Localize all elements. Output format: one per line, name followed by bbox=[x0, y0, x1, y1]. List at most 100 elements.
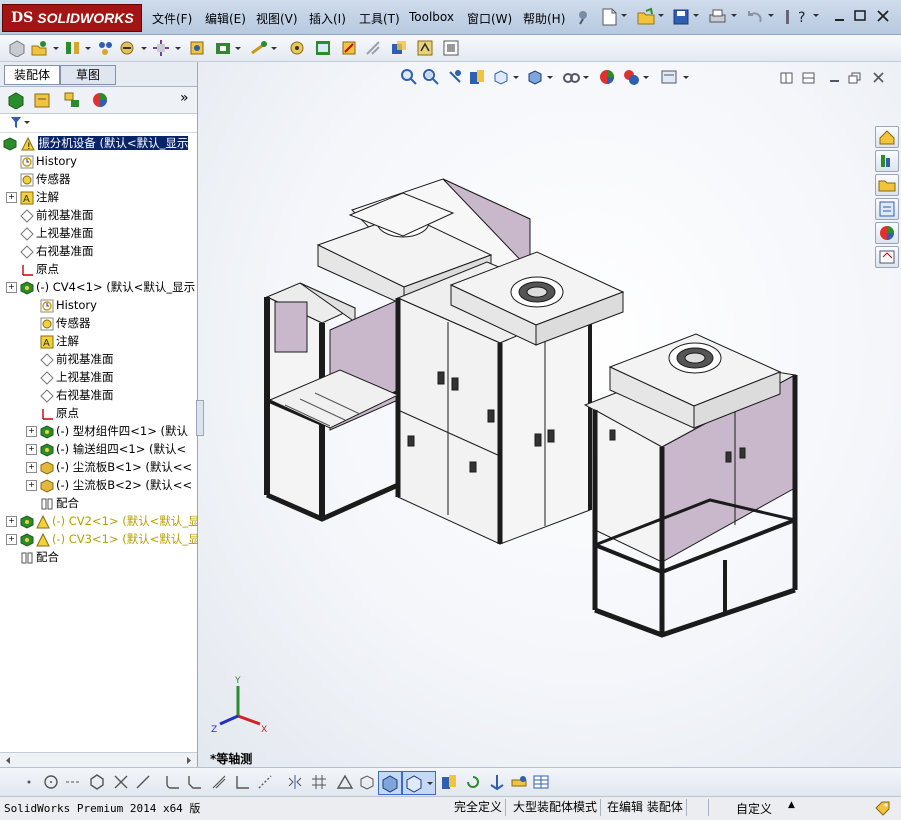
tree-item[interactable]: 上视基准面 bbox=[0, 224, 94, 242]
menu-toolbox[interactable]: Toolbox bbox=[409, 10, 454, 24]
chevron-down-icon[interactable] bbox=[140, 39, 148, 57]
chevron-down-icon[interactable] bbox=[682, 74, 690, 82]
explode-line-sketch-icon[interactable] bbox=[364, 39, 382, 57]
centerline-icon[interactable] bbox=[64, 773, 82, 791]
expand-toggle-icon[interactable]: + bbox=[6, 534, 17, 545]
shaded-view-button[interactable] bbox=[378, 771, 402, 795]
tree-filter[interactable] bbox=[0, 114, 197, 133]
menu-tools[interactable]: 工具(T) bbox=[359, 10, 400, 27]
menu-view[interactable]: 视图(V) bbox=[256, 10, 298, 27]
polygon-icon[interactable] bbox=[88, 773, 106, 791]
expand-toggle-icon[interactable]: + bbox=[6, 282, 17, 293]
chamfer-icon[interactable] bbox=[186, 773, 204, 791]
funnel-icon[interactable] bbox=[10, 116, 32, 130]
grid-icon[interactable] bbox=[310, 773, 328, 791]
tree-item[interactable]: 上视基准面 bbox=[0, 368, 114, 386]
task-pane-home[interactable] bbox=[875, 126, 899, 148]
section-view-icon[interactable] bbox=[468, 68, 486, 86]
tab-sketch[interactable]: 草图 bbox=[60, 65, 116, 85]
tree-item[interactable]: 前视基准面 bbox=[0, 350, 114, 368]
display-manager-tab-icon[interactable] bbox=[90, 91, 110, 109]
task-pane-custom-properties[interactable] bbox=[875, 246, 899, 268]
box-icon[interactable] bbox=[358, 773, 376, 791]
bill-of-materials-icon[interactable] bbox=[314, 39, 332, 57]
insert-component-icon[interactable] bbox=[30, 39, 48, 57]
move-triad-icon[interactable] bbox=[488, 773, 506, 791]
expand-toggle-icon[interactable]: + bbox=[26, 426, 37, 437]
chevron-down-icon[interactable] bbox=[767, 12, 775, 20]
view-orientation-icon[interactable] bbox=[492, 68, 510, 86]
document-close-icon[interactable] bbox=[872, 71, 886, 85]
document-restore-icon[interactable] bbox=[848, 71, 862, 85]
chevron-down-icon[interactable] bbox=[620, 12, 628, 20]
unit-system-caret[interactable]: ▲ bbox=[788, 800, 795, 810]
close-icon[interactable] bbox=[876, 9, 890, 23]
show-hidden-icon[interactable] bbox=[188, 39, 206, 57]
menu-window[interactable]: 窗口(W) bbox=[467, 10, 512, 27]
task-pane-explorer[interactable] bbox=[875, 198, 899, 220]
undo-icon[interactable] bbox=[745, 8, 765, 26]
task-pane-resources[interactable] bbox=[875, 150, 899, 172]
circle-icon[interactable] bbox=[42, 773, 60, 791]
menu-help[interactable]: 帮助(H) bbox=[523, 10, 565, 27]
tree-item[interactable]: 前视基准面 bbox=[0, 206, 94, 224]
offset-icon[interactable] bbox=[210, 773, 228, 791]
convert-entities-icon[interactable] bbox=[234, 773, 252, 791]
tree-item[interactable]: + (-) 输送组四<1> (默认< bbox=[0, 440, 186, 458]
construction-geometry-icon[interactable] bbox=[256, 773, 274, 791]
point-icon[interactable] bbox=[22, 775, 36, 789]
chevron-down-icon[interactable] bbox=[84, 39, 92, 57]
minimize-icon[interactable] bbox=[833, 9, 847, 23]
rotate-icon[interactable] bbox=[464, 773, 482, 791]
tree-item[interactable]: + (-) 尘流板B<2> (默认<< bbox=[0, 476, 192, 494]
apply-scene-icon[interactable] bbox=[622, 68, 640, 86]
display-style-icon[interactable] bbox=[526, 68, 544, 86]
scroll-right-icon[interactable] bbox=[185, 756, 193, 765]
menu-edit[interactable]: 编辑(E) bbox=[205, 10, 246, 27]
view-settings-icon[interactable] bbox=[660, 68, 678, 86]
assembly-features-icon[interactable] bbox=[214, 39, 232, 57]
hide-show-items-icon[interactable] bbox=[562, 68, 580, 86]
chevron-down-icon[interactable] bbox=[512, 74, 520, 82]
expand-toggle-icon[interactable]: + bbox=[6, 516, 17, 527]
interference-detection-icon[interactable] bbox=[390, 39, 408, 57]
chevron-down-icon[interactable] bbox=[270, 39, 278, 57]
expand-toggle-icon[interactable]: + bbox=[6, 192, 17, 203]
instant3d-icon[interactable] bbox=[416, 39, 434, 57]
scroll-left-icon[interactable] bbox=[4, 756, 12, 765]
solidworks-logo[interactable]: DS SOLIDWORKS bbox=[2, 4, 142, 32]
chevron-down-icon[interactable] bbox=[546, 74, 554, 82]
feature-manager-tab-icon[interactable] bbox=[6, 91, 26, 109]
view-cube-dropdown[interactable] bbox=[402, 771, 436, 795]
task-pane-library[interactable] bbox=[875, 174, 899, 196]
tree-item[interactable]: + (-) CV4<1> (默认<默认_显示 bbox=[0, 278, 195, 296]
move-component-icon[interactable] bbox=[152, 39, 170, 57]
zoom-to-fit-icon[interactable] bbox=[400, 68, 418, 86]
new-motion-study-icon[interactable] bbox=[288, 39, 306, 57]
tree-item[interactable]: History bbox=[0, 152, 77, 170]
tag-icon[interactable] bbox=[874, 800, 892, 816]
pin-icon[interactable] bbox=[574, 8, 592, 26]
expand-toggle-icon[interactable]: + bbox=[26, 480, 37, 491]
tree-item[interactable]: 右视基准面 bbox=[0, 386, 114, 404]
unit-system[interactable]: 自定义 bbox=[736, 800, 772, 817]
tree-root[interactable]: ! 振分机设备 (默认<默认_显示 bbox=[0, 134, 197, 152]
tree-item[interactable]: + (-) CV3<1> (默认<默认_显 bbox=[0, 530, 200, 548]
chevron-down-icon[interactable] bbox=[657, 12, 665, 20]
triangle-icon[interactable] bbox=[336, 773, 354, 791]
zoom-to-area-icon[interactable] bbox=[422, 68, 440, 86]
property-manager-tab-icon[interactable] bbox=[32, 91, 52, 109]
trim-icon[interactable] bbox=[112, 773, 130, 791]
chevron-down-icon[interactable] bbox=[730, 12, 738, 20]
smart-fasteners-icon[interactable] bbox=[118, 39, 136, 57]
previous-view-icon[interactable] bbox=[446, 68, 464, 86]
tree-item[interactable]: 传感器 bbox=[0, 314, 91, 332]
chevron-down-icon[interactable] bbox=[52, 39, 60, 57]
task-pane-appearances[interactable] bbox=[875, 222, 899, 244]
chevron-down-icon[interactable] bbox=[692, 12, 700, 20]
tree-item[interactable]: 传感器 bbox=[0, 170, 71, 188]
edit-appearance-icon[interactable] bbox=[598, 68, 616, 86]
table-icon[interactable] bbox=[532, 773, 550, 791]
panel-horizontal-scrollbar[interactable] bbox=[0, 752, 197, 768]
expand-toggle-icon[interactable]: + bbox=[26, 462, 37, 473]
